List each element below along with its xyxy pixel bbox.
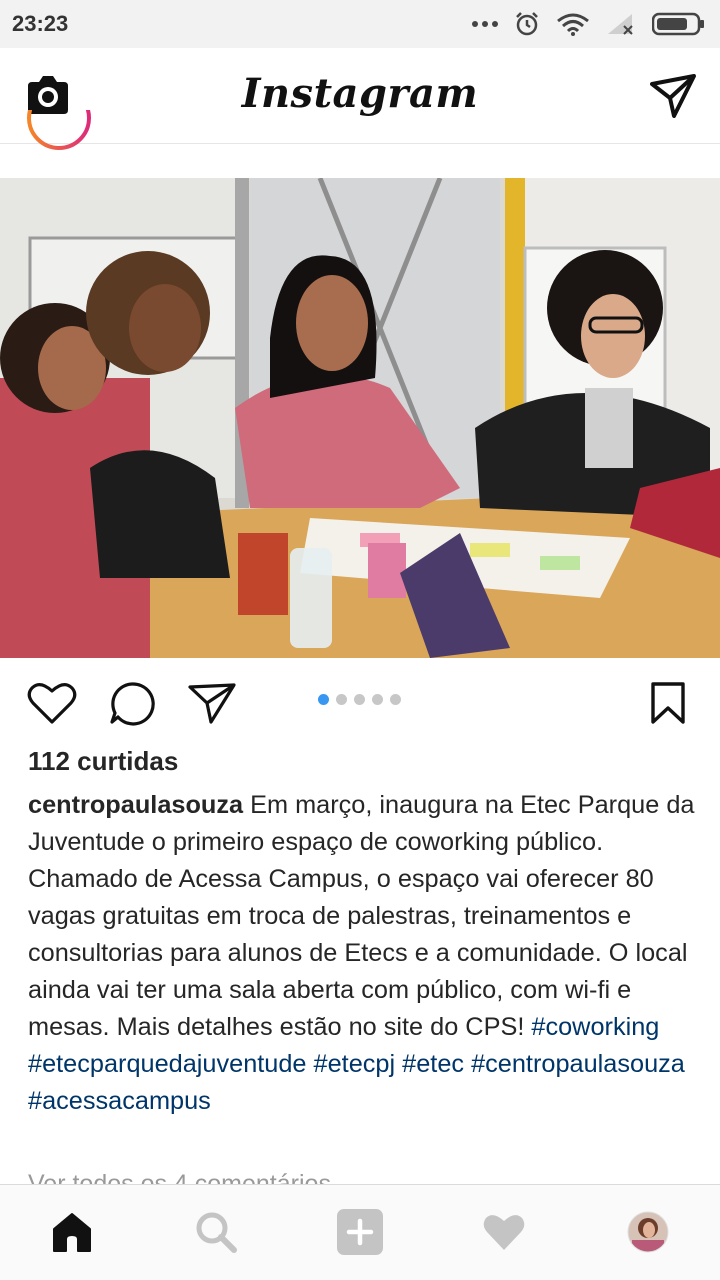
hashtag[interactable]: #coworking bbox=[531, 1013, 659, 1041]
post-photo[interactable] bbox=[0, 178, 720, 658]
instagram-logo: Instagram bbox=[241, 70, 479, 117]
activity-heart-icon[interactable] bbox=[479, 1207, 529, 1257]
add-post-icon[interactable] bbox=[335, 1207, 385, 1257]
comment-icon[interactable] bbox=[106, 680, 158, 726]
carousel-dot-active bbox=[318, 694, 329, 705]
carousel-dot bbox=[354, 694, 365, 705]
alarm-icon bbox=[516, 12, 538, 36]
post-caption: centropaulasouza Em março, inaugura na E… bbox=[28, 787, 698, 1120]
hashtag[interactable]: #etec bbox=[402, 1050, 464, 1078]
status-time: 23:23 bbox=[12, 11, 69, 36]
carousel-dot bbox=[390, 694, 401, 705]
hashtag[interactable]: #etecparquedajuventude bbox=[28, 1050, 307, 1078]
status-bar: 23:23 bbox=[0, 0, 720, 48]
hashtag[interactable]: #acessacampus bbox=[28, 1087, 211, 1115]
search-icon[interactable] bbox=[191, 1207, 241, 1257]
bottom-navigation bbox=[0, 1184, 720, 1280]
top-bar: Instagram bbox=[0, 48, 720, 144]
profile-avatar[interactable] bbox=[623, 1207, 673, 1257]
wifi-icon bbox=[557, 13, 589, 36]
likes-count[interactable]: 112 curtidas bbox=[28, 746, 178, 777]
carousel-dot bbox=[372, 694, 383, 705]
caption-username[interactable]: centropaulasouza bbox=[28, 791, 243, 819]
story-avatar-ring[interactable] bbox=[24, 110, 94, 162]
post-actions bbox=[0, 670, 720, 740]
more-dots-icon bbox=[472, 21, 498, 27]
share-icon[interactable] bbox=[186, 680, 238, 726]
direct-message-icon[interactable] bbox=[650, 74, 696, 118]
hashtag[interactable]: #centropaulasouza bbox=[471, 1050, 685, 1078]
carousel-dot bbox=[336, 694, 347, 705]
caption-text: Em março, inaugura na Etec Parque da Juv… bbox=[28, 791, 695, 1041]
carousel-indicator bbox=[318, 694, 401, 705]
battery-icon bbox=[652, 12, 704, 36]
home-icon[interactable] bbox=[47, 1207, 97, 1257]
signal-icon bbox=[608, 14, 633, 35]
heart-icon[interactable] bbox=[26, 680, 78, 726]
hashtag[interactable]: #etecpj bbox=[314, 1050, 396, 1078]
bookmark-icon[interactable] bbox=[642, 680, 694, 726]
status-icons bbox=[472, 11, 706, 37]
